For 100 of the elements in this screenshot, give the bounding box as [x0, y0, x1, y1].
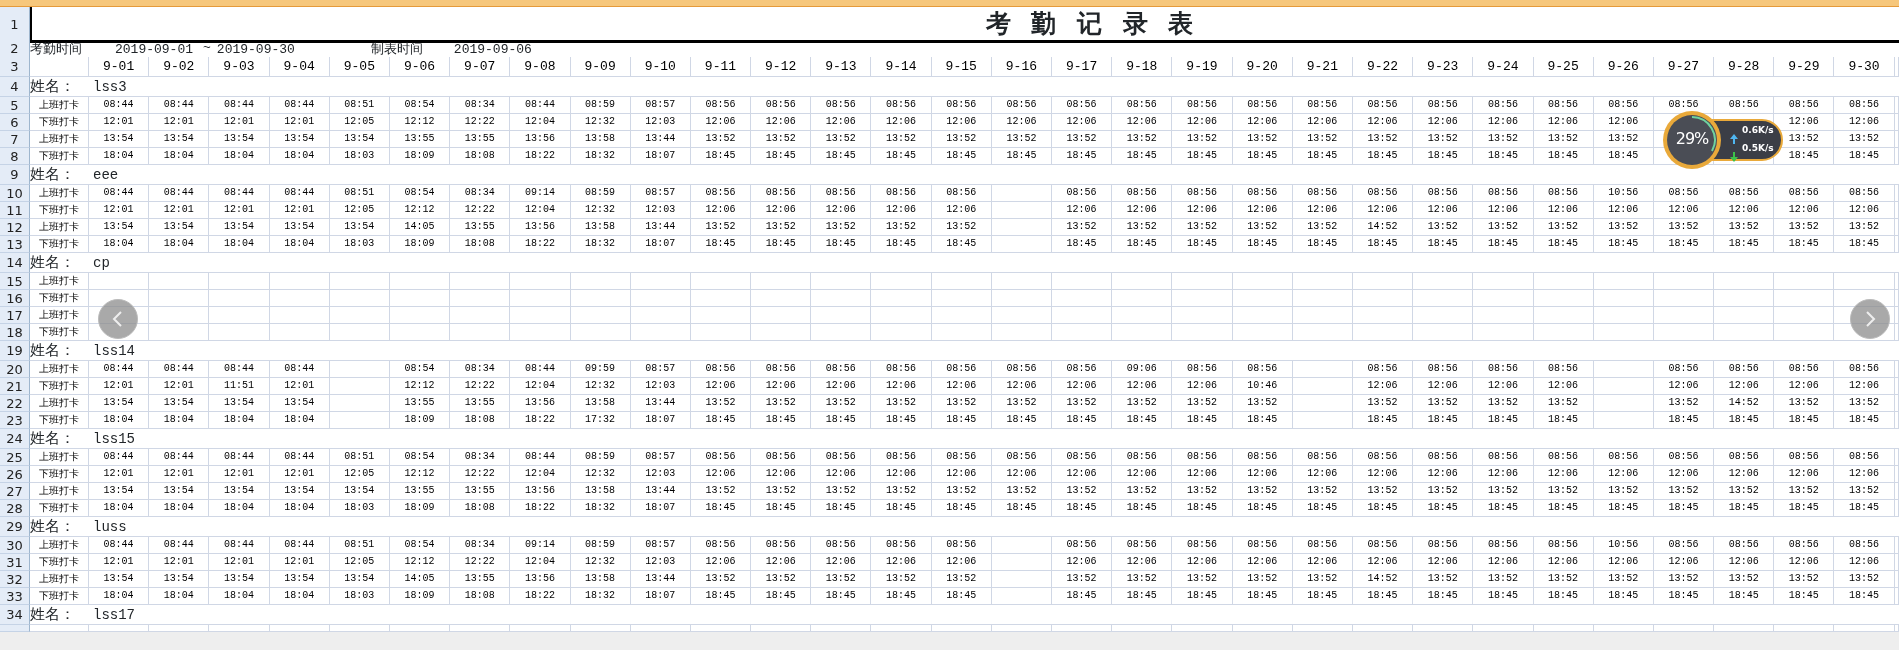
table-cell: 13:52: [1352, 395, 1414, 412]
table-cell: 18:32: [570, 500, 631, 517]
empty-cell: [1593, 290, 1654, 307]
table-cell: 18:45: [1052, 148, 1113, 165]
row-number: 2: [0, 40, 30, 58]
table-cell: 13:52: [1653, 219, 1715, 236]
table-cell: 08:54: [389, 537, 451, 554]
table-cell: 18:04: [209, 500, 270, 517]
table-cell: 18:04: [89, 412, 150, 429]
table-cell: 18:45: [1834, 500, 1895, 517]
table-cell: 08:56: [1714, 97, 1775, 114]
table-cell: 13:52: [931, 571, 992, 588]
table-cell: 08:56: [1533, 361, 1594, 378]
person-name: luss: [93, 518, 127, 535]
table-cell: 18:45: [1593, 148, 1654, 165]
table-cell: 12:06: [1413, 114, 1474, 131]
field-label: 制表时间: [370, 40, 423, 58]
row-number: 8: [0, 148, 30, 165]
table-cell: 12:06: [1533, 554, 1594, 571]
table-cell: 18:45: [931, 148, 992, 165]
punch-type-label: 上班打卡: [30, 131, 89, 148]
table-cell: 13:52: [1533, 571, 1594, 588]
table-cell: 08:56: [1533, 185, 1594, 202]
empty-cell: [811, 307, 872, 324]
table-cell: 13:52: [1052, 571, 1113, 588]
row-number: 4: [0, 77, 30, 97]
empty-cell: [751, 307, 812, 324]
table-cell: 18:45: [931, 588, 992, 605]
table-cell: 12:06: [1653, 466, 1715, 483]
table-cell: 12:06: [1834, 378, 1895, 395]
table-cell: 18:45: [1834, 588, 1895, 605]
table-cell: 12:06: [1292, 114, 1353, 131]
table-cell: 08:44: [209, 537, 270, 554]
table-cell: 18:45: [1172, 236, 1233, 253]
empty-cell: [630, 324, 691, 341]
table-cell: 18:45: [1232, 500, 1293, 517]
table-cell: 13:54: [209, 131, 270, 148]
table-cell: 12:06: [1834, 466, 1895, 483]
table-cell: 18:45: [1473, 500, 1534, 517]
table-cell: 18:08: [450, 236, 511, 253]
empty-cell: [450, 307, 511, 324]
table-cell: 13:54: [209, 219, 270, 236]
table-cell: 12:12: [389, 202, 451, 219]
table-cell: 12:01: [209, 202, 270, 219]
table-cell: 08:56: [871, 449, 932, 466]
table-cell: 13:54: [149, 571, 210, 588]
table-cell: 12:22: [450, 202, 511, 219]
table-cell: 12:12: [389, 378, 451, 395]
table-cell: 12:22: [450, 466, 511, 483]
empty-cell: [1112, 307, 1173, 324]
table-cell: 13:52: [1232, 131, 1293, 148]
empty-cell: [1413, 290, 1474, 307]
empty-cell: [149, 324, 210, 341]
table-cell: 08:44: [510, 449, 571, 466]
table-cell: 18:04: [269, 236, 330, 253]
table-cell: 18:09: [389, 588, 451, 605]
table-cell: 13:52: [1714, 571, 1775, 588]
empty-cell: [1052, 307, 1113, 324]
table-cell: 18:45: [1112, 148, 1173, 165]
table-cell: 12:06: [1593, 202, 1654, 219]
table-cell: 08:56: [1112, 537, 1173, 554]
table-cell: 08:56: [1473, 185, 1534, 202]
empty-cell: [1352, 324, 1414, 341]
empty-cell: [1413, 324, 1474, 341]
table-cell: 08:44: [269, 361, 330, 378]
row-number: 17: [0, 307, 30, 324]
row-number: 13: [0, 236, 30, 253]
table-cell: 08:54: [389, 97, 451, 114]
empty-cell: [1292, 290, 1353, 307]
column-header: 9-22: [1352, 57, 1414, 77]
row-number: 1: [0, 7, 30, 43]
table-cell: 08:56: [1292, 185, 1353, 202]
table-cell: 08:56: [871, 537, 932, 554]
table-cell: 08:56: [811, 537, 872, 554]
table-cell: 13:54: [149, 131, 210, 148]
table-cell: 18:45: [1413, 412, 1474, 429]
table-cell: 18:45: [1172, 588, 1233, 605]
table-cell: 12:01: [269, 466, 330, 483]
table-cell: 18:45: [1112, 412, 1173, 429]
table-cell: 12:04: [510, 378, 571, 395]
table-cell: 08:56: [1413, 97, 1474, 114]
empty-cell: [1052, 290, 1113, 307]
table-cell: 12:06: [991, 114, 1052, 131]
table-cell: 18:45: [1774, 236, 1835, 253]
table-cell: 12:01: [89, 554, 150, 571]
table-cell: 14:05: [389, 219, 451, 236]
table-cell: 12:06: [1533, 466, 1594, 483]
table-cell: 18:45: [1112, 500, 1173, 517]
table-cell: 13:52: [1834, 219, 1895, 236]
row-number: 23: [0, 412, 30, 429]
punch-type-label: 下班打卡: [30, 148, 89, 165]
table-cell: 18:45: [1052, 412, 1113, 429]
table-cell: 08:56: [1172, 185, 1233, 202]
row-number: 27: [0, 483, 30, 500]
punch-type-label: 下班打卡: [30, 412, 89, 429]
previous-button[interactable]: [98, 299, 138, 339]
table-cell: 18:45: [1473, 412, 1534, 429]
next-button[interactable]: [1850, 299, 1890, 339]
table-cell: 08:34: [450, 537, 511, 554]
table-cell: 18:45: [1714, 500, 1775, 517]
